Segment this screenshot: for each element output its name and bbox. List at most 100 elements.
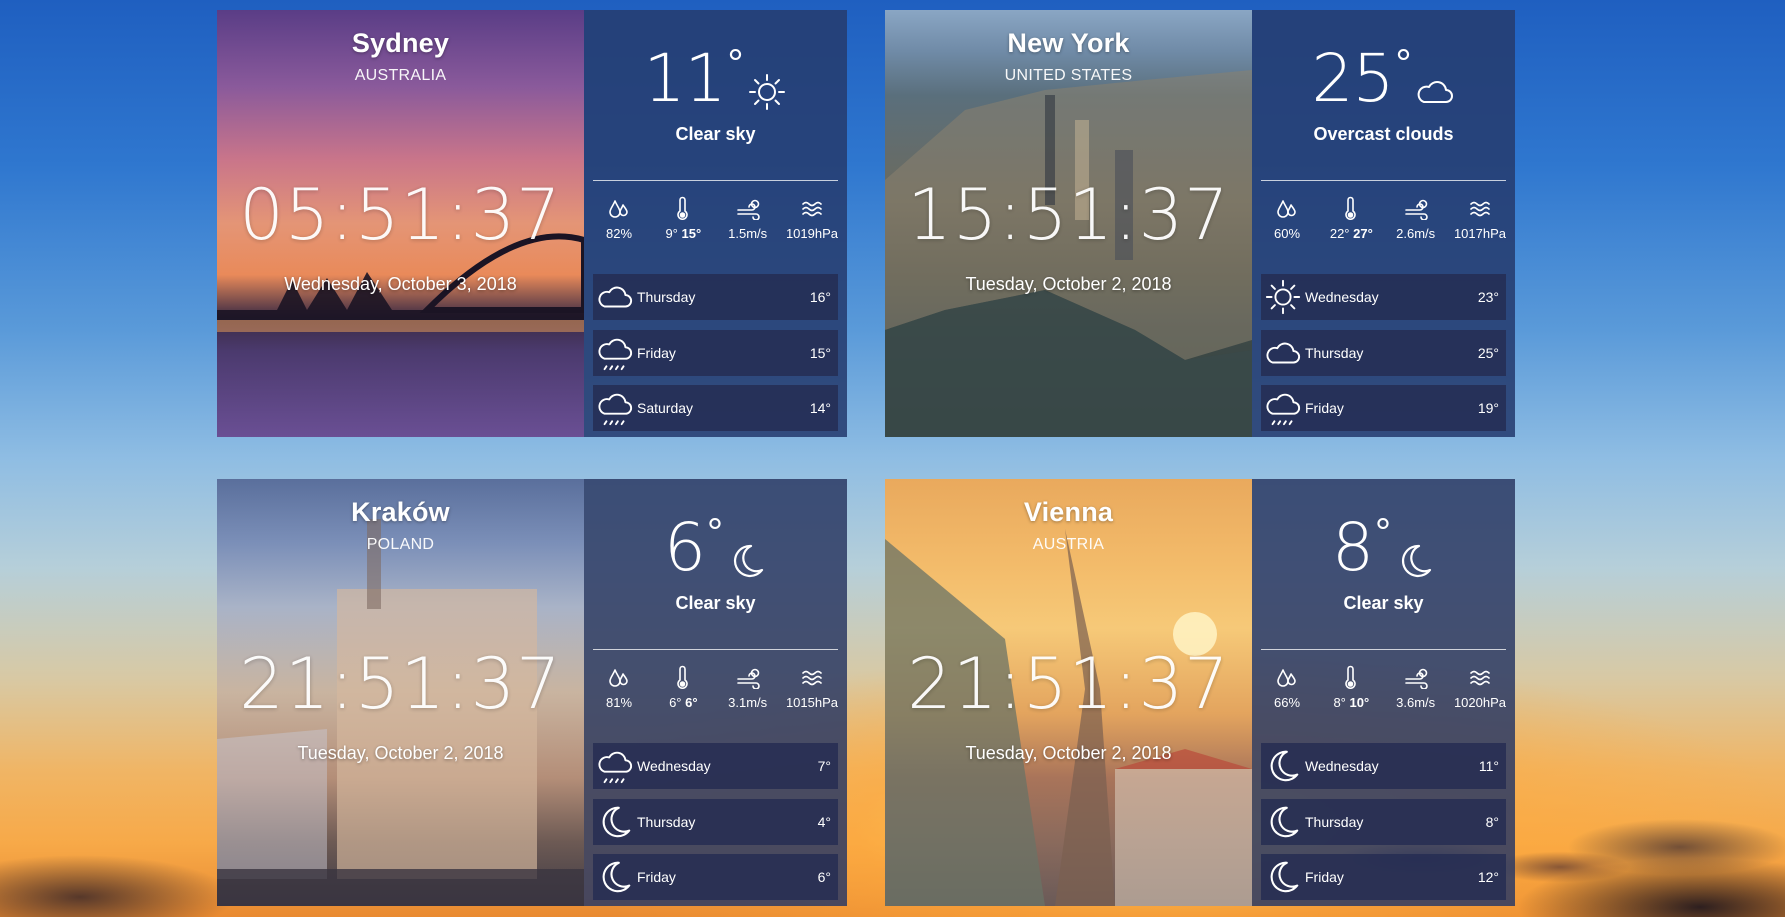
humidity-stat: 60% — [1256, 196, 1318, 241]
forecast-day: Friday — [637, 869, 676, 885]
moon-icon — [602, 861, 631, 893]
divider — [593, 180, 838, 181]
wind-icon — [1404, 199, 1428, 220]
local-date: Tuesday, October 2, 2018 — [965, 743, 1172, 763]
forecast-row: Wednesday 23° — [1261, 274, 1506, 320]
forecast-temp: 7° — [817, 758, 831, 774]
humidity-stat: 81% — [588, 665, 650, 710]
pressure-stat: 1020hPa — [1449, 665, 1511, 710]
forecast-row: Friday 12° — [1261, 854, 1506, 900]
forecast-day: Thursday — [637, 814, 696, 830]
forecast-temp: 19° — [1477, 400, 1499, 416]
forecast-day: Friday — [637, 345, 676, 361]
wind-icon — [1404, 668, 1428, 689]
forecast-row: Friday 19° — [1261, 385, 1506, 431]
forecast-temp: 14° — [809, 400, 831, 416]
country-name: AUSTRALIA — [354, 67, 447, 84]
cloud-icon — [1418, 81, 1454, 103]
forecast-row: Thursday 4° — [593, 799, 838, 845]
rain-cloud-icon — [598, 751, 633, 784]
local-date: Tuesday, October 2, 2018 — [297, 743, 504, 763]
city-card-krakow: Kraków POLAND 21:51:37 Tuesday, October … — [217, 479, 847, 906]
forecast-day: Thursday — [1305, 814, 1364, 830]
local-time: 21:51:37 — [907, 643, 1230, 725]
pressure-stat: 1019hPa — [781, 196, 843, 241]
country-name: UNITED STATES — [1004, 67, 1133, 84]
humidity-stat: 66% — [1256, 665, 1318, 710]
local-time: 21:51:37 — [239, 643, 562, 725]
forecast-temp: 16° — [809, 289, 831, 305]
condition-text: Clear sky — [1343, 593, 1424, 613]
city-photo: Kraków POLAND 21:51:37 Tuesday, October … — [217, 479, 584, 906]
condition-text: Overcast clouds — [1313, 124, 1454, 144]
city-photo: New York UNITED STATES 15:51:37 Tuesday,… — [885, 10, 1252, 437]
local-time: 15:51:37 — [907, 174, 1230, 256]
forecast-temp: 8° — [1485, 814, 1499, 830]
weather-panel: 25 ° Overcast clouds 60% 22° 27° 2.6m/s 1… — [1252, 10, 1515, 437]
sun-icon — [1265, 279, 1301, 315]
forecast-day: Saturday — [637, 400, 694, 416]
forecast-temp: 12° — [1477, 869, 1499, 885]
moon-icon — [1401, 544, 1432, 578]
stats-row: 82% 9° 15° 1.5m/s 1019hPa — [588, 196, 843, 241]
local-date: Wednesday, October 3, 2018 — [284, 274, 517, 294]
temperature-range-stat: 22° 27° — [1320, 196, 1382, 241]
humidity-icon — [609, 669, 628, 687]
moon-icon — [1270, 806, 1299, 838]
moon-icon — [1270, 861, 1299, 893]
weather-panel: 11 ° Clear sky 82% 9° 15° 1.5m/s 1019hPa … — [584, 10, 847, 437]
forecast-temp: 23° — [1477, 289, 1499, 305]
humidity-icon — [1277, 669, 1296, 687]
wind-stat: 2.6m/s — [1385, 196, 1447, 241]
city-photo: Sydney AUSTRALIA 05:51:37 Wednesday, Oct… — [217, 10, 584, 437]
forecast-day: Friday — [1305, 869, 1344, 885]
thermometer-icon — [1345, 665, 1357, 689]
divider — [593, 649, 838, 650]
moon-icon — [602, 806, 631, 838]
stats-row: 66% 8° 10° 3.6m/s 1020hPa — [1256, 665, 1511, 710]
wind-stat: 1.5m/s — [717, 196, 779, 241]
rain-cloud-icon — [1266, 393, 1301, 426]
temperature-range-stat: 6° 6° — [652, 665, 714, 710]
pressure-icon — [1470, 670, 1490, 686]
city-card-sydney: Sydney AUSTRALIA 05:51:37 Wednesday, Oct… — [217, 10, 847, 437]
forecast-day: Wednesday — [1305, 758, 1379, 774]
forecast-row: Thursday 25° — [1261, 330, 1506, 376]
forecast-temp: 11° — [1478, 758, 1499, 774]
city-name: Kraków — [351, 497, 450, 527]
pressure-stat: 1015hPa — [781, 665, 843, 710]
forecast-row: Friday 15° — [593, 330, 838, 376]
thermometer-icon — [677, 196, 689, 220]
wind-icon — [736, 668, 760, 689]
city-name: New York — [1007, 28, 1130, 58]
forecast-row: Friday 6° — [593, 854, 838, 900]
city-name: Sydney — [351, 28, 450, 58]
city-card-new-york: New York UNITED STATES 15:51:37 Tuesday,… — [885, 10, 1515, 437]
current-temperature: 6 ° — [584, 513, 847, 581]
local-time: 05:51:37 — [239, 174, 562, 256]
forecast-row: Thursday 16° — [593, 274, 838, 320]
forecast-row: Wednesday 7° — [593, 743, 838, 789]
cloud-icon — [598, 286, 633, 308]
pressure-stat: 1017hPa — [1449, 196, 1511, 241]
forecast-temp: 25° — [1477, 345, 1499, 361]
divider — [1261, 649, 1506, 650]
city-card-vienna: Vienna AUSTRIA 21:51:37 Tuesday, October… — [885, 479, 1515, 906]
wind-stat: 3.1m/s — [717, 665, 779, 710]
forecast-row: Wednesday 11° — [1261, 743, 1506, 789]
local-date: Tuesday, October 2, 2018 — [965, 274, 1172, 294]
city-name: Vienna — [1023, 497, 1114, 527]
humidity-icon — [609, 200, 628, 218]
pressure-icon — [1470, 201, 1490, 217]
forecast-day: Wednesday — [637, 758, 711, 774]
country-name: POLAND — [366, 536, 435, 553]
wind-icon — [736, 199, 760, 220]
thermometer-icon — [677, 665, 689, 689]
moon-icon — [1270, 750, 1299, 782]
cloud-icon — [1266, 342, 1301, 364]
forecast-temp: 4° — [817, 814, 831, 830]
forecast-day: Wednesday — [1305, 289, 1379, 305]
current-temperature: 8 ° — [1252, 513, 1515, 581]
thermometer-icon — [1345, 196, 1357, 220]
forecast-day: Thursday — [637, 289, 696, 305]
